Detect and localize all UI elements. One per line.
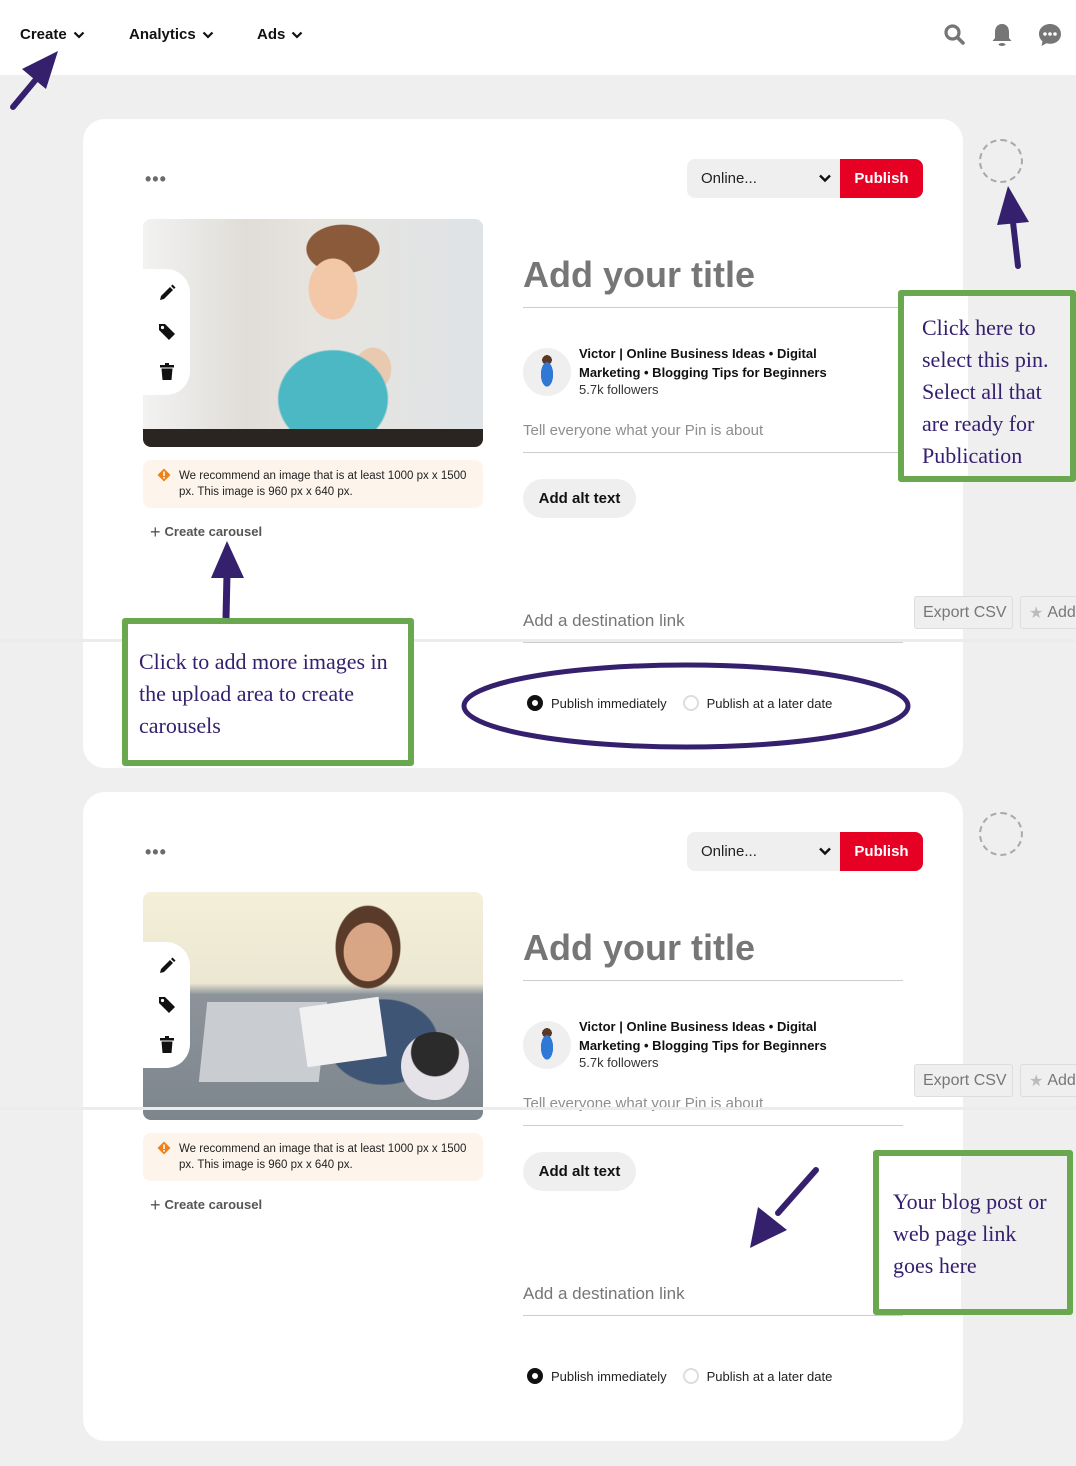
- add-star-label: Add: [1047, 1071, 1076, 1089]
- add-star-label: Add: [1047, 603, 1076, 621]
- annotation-link: Your blog post or web page link goes her…: [873, 1150, 1073, 1315]
- nav-analytics[interactable]: Analytics: [129, 26, 214, 43]
- chevron-down-icon: [819, 847, 831, 856]
- board-select-value: Online...: [701, 843, 757, 860]
- plus-icon: +: [150, 1194, 161, 1215]
- export-csv-button[interactable]: Export CSV: [914, 1064, 1013, 1097]
- warning-icon: [157, 468, 171, 482]
- nav-ads[interactable]: Ads: [257, 26, 303, 43]
- create-carousel-label: Create carousel: [164, 1197, 263, 1212]
- radio-publish-immediately[interactable]: [527, 1368, 543, 1384]
- image-size-warning: We recommend an image that is at least 1…: [143, 1133, 483, 1181]
- warning-text: We recommend an image that is at least 1…: [179, 470, 467, 498]
- avatar[interactable]: [523, 348, 571, 396]
- avatar[interactable]: [523, 1021, 571, 1069]
- top-navigation-bar: Create Analytics Ads: [0, 0, 1076, 75]
- profile-name: Victor | Online Business Ideas • Digital…: [579, 346, 827, 380]
- select-pin-checkbox[interactable]: [979, 139, 1023, 183]
- select-pin-checkbox[interactable]: [979, 812, 1023, 856]
- chevron-down-icon: [292, 31, 303, 39]
- chevron-down-icon: [819, 174, 831, 183]
- nav-create[interactable]: Create: [20, 26, 85, 43]
- follower-count: 5.7k followers: [579, 382, 659, 397]
- annotation-select-pin: Click here to select this pin. Select al…: [898, 290, 1076, 482]
- pin-draft-card: ••• Online... Publish We recommend an im…: [83, 792, 963, 1441]
- add-star-button[interactable]: ★ Add: [1020, 596, 1076, 629]
- nav-ads-label: Ads: [257, 26, 286, 43]
- more-options-button[interactable]: •••: [145, 170, 167, 188]
- annotation-carousel-text: Click to add more images in the upload a…: [139, 649, 388, 738]
- warning-text: We recommend an image that is at least 1…: [179, 1143, 467, 1171]
- plus-icon: +: [150, 521, 161, 542]
- nav-create-label: Create: [20, 26, 67, 43]
- more-options-button[interactable]: •••: [145, 843, 167, 861]
- pencil-icon[interactable]: [157, 956, 177, 976]
- annotation-select-pin-text: Click here to select this pin. Select al…: [922, 315, 1049, 468]
- star-icon: ★: [1029, 604, 1044, 622]
- board-select[interactable]: Online...: [687, 832, 840, 871]
- create-carousel-button[interactable]: + Create carousel: [150, 521, 263, 542]
- profile-name: Victor | Online Business Ideas • Digital…: [579, 1019, 827, 1053]
- publish-later-label[interactable]: Publish at a later date: [707, 696, 833, 711]
- publish-timing-options: Publish immediately Publish at a later d…: [527, 695, 848, 711]
- image-detail: [299, 996, 387, 1068]
- publish-immediately-label[interactable]: Publish immediately: [551, 1369, 667, 1384]
- publish-timing-options: Publish immediately Publish at a later d…: [527, 1368, 848, 1384]
- export-csv-button[interactable]: Export CSV: [914, 596, 1013, 629]
- title-input[interactable]: Add your title: [523, 927, 903, 981]
- search-icon[interactable]: [942, 22, 968, 48]
- chat-icon[interactable]: [1037, 22, 1063, 48]
- add-star-button[interactable]: ★ Add: [1020, 1064, 1076, 1097]
- publish-immediately-label[interactable]: Publish immediately: [551, 696, 667, 711]
- follower-count: 5.7k followers: [579, 1055, 659, 1070]
- create-carousel-button[interactable]: + Create carousel: [150, 1194, 263, 1215]
- image-tools: [143, 269, 190, 395]
- image-size-warning: We recommend an image that is at least 1…: [143, 460, 483, 508]
- image-detail: [401, 1032, 469, 1100]
- description-input[interactable]: Tell everyone what your Pin is about: [523, 1095, 903, 1126]
- annotation-carousel: Click to add more images in the upload a…: [122, 618, 414, 766]
- bell-icon[interactable]: [989, 22, 1015, 48]
- publish-button[interactable]: Publish: [840, 832, 923, 871]
- description-input[interactable]: Tell everyone what your Pin is about: [523, 422, 903, 453]
- tag-icon[interactable]: [157, 995, 177, 1015]
- board-select-value: Online...: [701, 170, 757, 187]
- radio-publish-later[interactable]: [682, 695, 699, 711]
- radio-publish-immediately[interactable]: [527, 695, 543, 711]
- arrow-icon: [997, 186, 1029, 269]
- pin-image[interactable]: [143, 892, 483, 1120]
- title-input[interactable]: Add your title: [523, 254, 903, 308]
- pencil-icon[interactable]: [157, 283, 177, 303]
- pin-image[interactable]: [143, 219, 483, 447]
- chevron-down-icon: [73, 31, 84, 39]
- radio-publish-later[interactable]: [682, 1368, 699, 1384]
- image-tools: [143, 942, 190, 1068]
- destination-link-input[interactable]: Add a destination link: [523, 1284, 903, 1316]
- trash-icon[interactable]: [157, 362, 177, 382]
- tag-icon[interactable]: [157, 322, 177, 342]
- board-select[interactable]: Online...: [687, 159, 840, 198]
- star-icon: ★: [1029, 1072, 1044, 1090]
- nav-analytics-label: Analytics: [129, 26, 196, 43]
- create-carousel-label: Create carousel: [164, 524, 263, 539]
- add-alt-text-button[interactable]: Add alt text: [523, 1152, 636, 1191]
- extension-overlay-divider: [0, 1107, 1076, 1110]
- warning-icon: [157, 1141, 171, 1155]
- chevron-down-icon: [202, 31, 213, 39]
- annotation-link-text: Your blog post or web page link goes her…: [893, 1189, 1047, 1278]
- publish-button[interactable]: Publish: [840, 159, 923, 198]
- add-alt-text-button[interactable]: Add alt text: [523, 479, 636, 518]
- publish-later-label[interactable]: Publish at a later date: [707, 1369, 833, 1384]
- trash-icon[interactable]: [157, 1035, 177, 1055]
